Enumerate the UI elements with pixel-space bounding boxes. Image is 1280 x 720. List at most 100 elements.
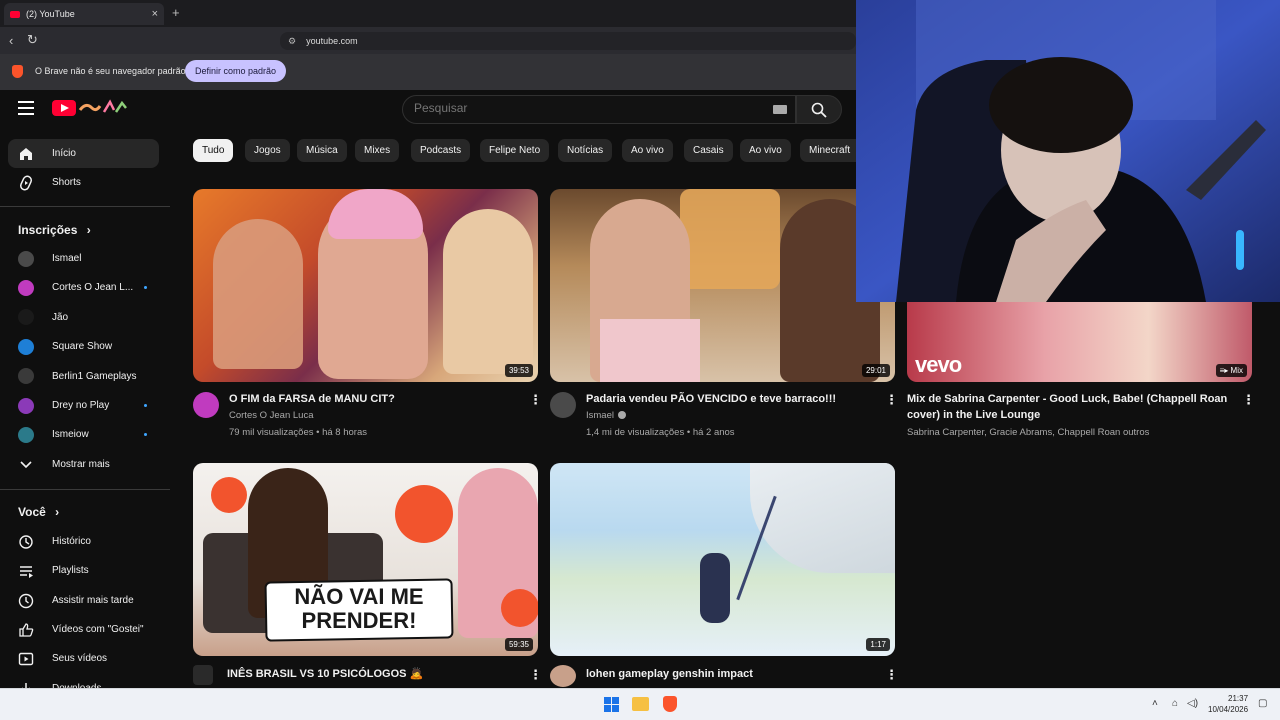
sidebar-item-watch-later[interactable]: Assistir mais tarde [8,586,159,615]
browser-tab-youtube[interactable]: (2) YouTube × [4,3,164,25]
sidebar-item-label: Seus vídeos [52,653,108,664]
channel-avatar[interactable] [550,392,576,418]
filter-chip[interactable]: Casais [684,139,733,162]
sidebar-divider [0,489,170,490]
url-text: youtube.com [306,36,358,46]
video-title[interactable]: O FIM da FARSA de MANU CIT? [229,391,519,407]
sidebar-item-liked-videos[interactable]: Vídeos com "Gostei" [8,615,159,644]
avatar [18,397,34,414]
watch-later-icon [18,593,34,609]
chevron-right-icon: › [86,223,91,237]
channel-avatar [18,397,34,414]
video-thumbnail[interactable]: NÃO VAI ME PRENDER! 59:35 [193,463,538,656]
back-icon[interactable]: ‹ [9,33,13,48]
thumbnail-caption-line-2: PRENDER! [301,608,417,633]
new-tab-button[interactable]: + [172,5,180,20]
more-options-icon[interactable]: ⋮ [1242,393,1255,406]
you-heading[interactable]: Você › [18,505,59,519]
menu-icon[interactable] [18,101,34,115]
home-icon [18,146,34,162]
search-input[interactable] [414,101,754,115]
filter-chip[interactable]: Minecraft [800,139,856,162]
set-default-button[interactable]: Definir como padrão [185,60,287,82]
channel-avatar[interactable] [550,665,576,687]
network-icon[interactable]: ⌂ [1172,698,1178,709]
sidebar-item-history[interactable]: Histórico [8,527,159,556]
sidebar-item-playlists[interactable]: Playlists [8,556,159,585]
video-meta: 79 mil visualizações • há 8 horas [229,427,367,438]
video-channel[interactable]: Cortes O Jean Luca [229,410,314,421]
sidebar-item-label: Playlists [52,565,89,576]
clock-date[interactable]: 10/04/2026 [1208,705,1248,714]
thumbs-up-icon [18,622,34,638]
more-options-icon[interactable]: ⋮ [529,668,542,681]
video-age: há 2 anos [692,427,735,438]
playlists-icon [18,563,34,579]
filter-chip[interactable]: Tudo [193,139,234,162]
mix-thumbnail[interactable]: vevo ≡▸ Mix [907,302,1252,382]
sidebar-subscription-item[interactable]: Berlin1 Gameplays [8,362,159,391]
filter-chip[interactable]: Mixes [355,139,400,162]
video-title[interactable]: lohen gameplay genshin impact [586,666,876,682]
verified-icon [617,411,626,420]
video-thumbnail[interactable]: 29:01 [550,189,895,382]
avatar [18,279,34,296]
file-explorer-icon[interactable] [632,697,649,711]
new-content-dot [144,433,147,437]
video-views: 79 mil visualizações [229,427,314,438]
site-settings-icon[interactable]: ⚙ [288,36,296,47]
sidebar-show-more[interactable]: Mostrar mais [8,450,159,479]
video-duration: 39:53 [504,364,533,377]
sidebar-item-label: Vídeos com "Gostei" [52,624,144,635]
windows-start-icon[interactable] [604,697,619,712]
video-thumbnail[interactable]: 1:17 [550,463,895,656]
subscriptions-heading[interactable]: Inscrições › [18,223,91,237]
video-age: há 8 horas [322,427,367,438]
video-title[interactable]: INÊS BRASIL VS 10 PSICÓLOGOS 🙇 [227,666,517,682]
sidebar-subscription-item[interactable]: Ismeiow [8,420,159,449]
brave-taskbar-icon[interactable] [663,696,677,712]
tab-close-icon[interactable]: × [152,8,158,20]
sidebar-subscription-item[interactable]: Cortes O Jean L... [8,273,159,302]
show-more-label: Mostrar mais [52,459,110,470]
more-options-icon[interactable]: ⋮ [885,668,898,681]
sidebar-subscription-item[interactable]: Ismael [8,244,159,273]
filter-chip[interactable]: Jogos [245,139,290,162]
volume-icon[interactable]: ◁) [1187,698,1198,709]
filter-chip[interactable]: Notícias [558,139,613,162]
filter-chip[interactable]: Podcasts [411,139,471,162]
filter-chip[interactable]: Ao vivo [622,139,673,162]
sidebar-item-label: Shorts [52,177,81,188]
video-channel[interactable]: Ismael [586,410,626,421]
search-button[interactable] [796,95,842,124]
sidebar-item-your-videos[interactable]: Seus vídeos [8,644,159,673]
logo-doodle-icon[interactable] [78,98,128,118]
search-icon [811,102,827,118]
address-bar[interactable]: ⚙ youtube.com [280,32,856,50]
video-channel[interactable]: Sabrina Carpenter, Gracie Abrams, Chappe… [907,427,1149,438]
filter-chip[interactable]: Ao vivo [740,139,791,162]
youtube-favicon-icon [10,10,20,18]
sidebar-item-home[interactable]: Início [8,139,159,168]
channel-avatar[interactable] [193,392,219,418]
more-options-icon[interactable]: ⋮ [885,393,898,406]
tray-chevron-up-icon[interactable]: ˄ [1152,698,1158,709]
notification-icon[interactable]: ▢ [1258,698,1267,709]
video-title[interactable]: Mix de Sabrina Carpenter - Good Luck, Ba… [907,391,1237,423]
sidebar-item-shorts[interactable]: Shorts [8,168,159,197]
clock-time[interactable]: 21:37 [1228,694,1248,703]
video-thumbnail[interactable]: 39:53 [193,189,538,382]
keyboard-icon[interactable] [773,105,787,114]
filter-chip[interactable]: Felipe Neto [480,139,550,162]
thumbnail-caption: NÃO VAI ME PRENDER! [277,585,441,633]
more-options-icon[interactable]: ⋮ [529,393,542,406]
video-duration: 59:35 [504,638,533,651]
sidebar-subscription-item[interactable]: Jão [8,303,159,332]
video-title[interactable]: Padaria vendeu PÃO VENCIDO e teve barrac… [586,391,876,407]
youtube-logo-icon[interactable] [52,100,76,116]
filter-chip[interactable]: Música [297,139,347,162]
sidebar-subscription-item[interactable]: Square Show [8,332,159,361]
sidebar-subscription-item[interactable]: Drey no Play [8,391,159,420]
reload-icon[interactable]: ↻ [27,32,38,48]
channel-avatar[interactable] [193,665,213,685]
